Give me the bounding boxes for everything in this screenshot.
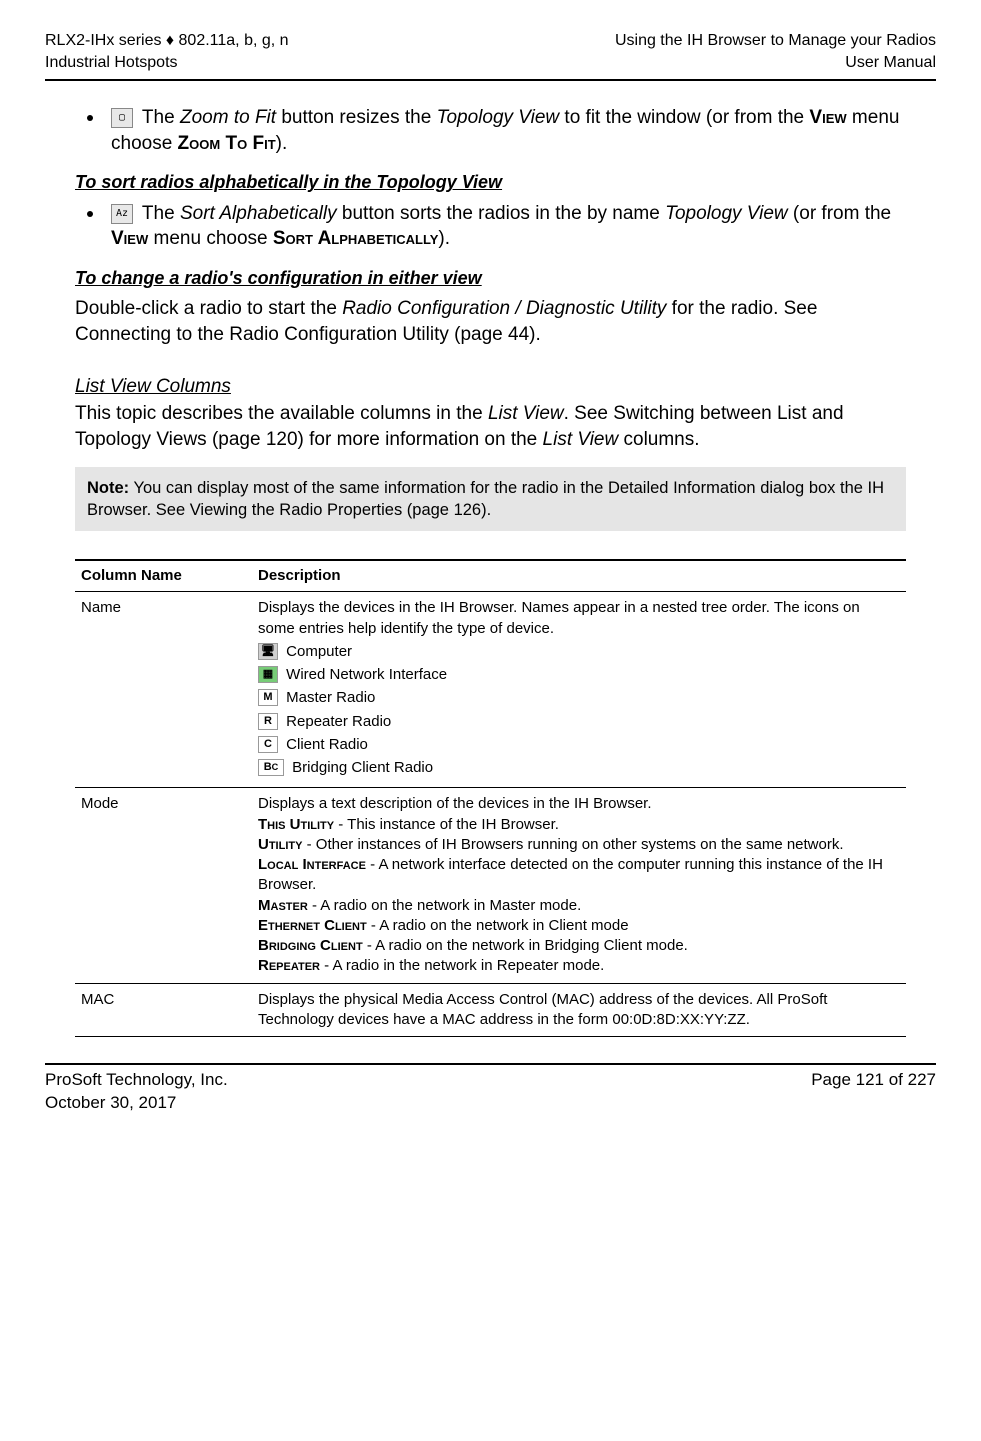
bullet-zoom-text: ▢ The Zoom to Fit button resizes the Top… [111,105,906,156]
cell-name-desc: Displays the devices in the IH Browser. … [252,592,906,788]
note-label: Note: [87,479,129,497]
mode-item: Utility - Other instances of IH Browsers… [258,835,900,855]
header-right: Using the IH Browser to Manage your Radi… [615,30,936,73]
bullet-zoom: ▢ The Zoom to Fit button resizes the Top… [87,105,906,156]
page-footer: ProSoft Technology, Inc. October 30, 201… [45,1063,936,1115]
cell-name: Name [75,592,252,788]
doc-section: Using the IH Browser to Manage your Radi… [615,30,936,52]
repeater-icon: R [258,713,278,730]
page-header: RLX2-IHx series ♦ 802.11a, b, g, n Indus… [45,30,936,81]
table-row: Mode Displays a text description of the … [75,788,906,983]
table-row: Name Displays the devices in the IH Brow… [75,592,906,788]
icon-line-computer: 🖥 Computer [258,642,900,662]
master-icon: M [258,689,278,706]
heading-change: To change a radio's configuration in eit… [75,266,906,290]
cell-mode: Mode [75,788,252,983]
bullet-dot-icon [87,115,93,121]
para-change: Double-click a radio to start the Radio … [75,296,906,347]
doc-type: User Manual [615,52,936,74]
heading-list-columns: List View Columns [75,374,906,400]
table-header-row: Column Name Description [75,560,906,592]
bullet-sort: Az The Sort Alphabetically button sorts … [87,201,906,252]
mode-item: Ethernet Client - A radio on the network… [258,916,900,936]
computer-icon: 🖥 [258,643,278,660]
doc-date: October 30, 2017 [45,1092,228,1115]
footer-left: ProSoft Technology, Inc. October 30, 201… [45,1069,228,1115]
mode-item: Local Interface - A network interface de… [258,855,900,896]
heading-sort: To sort radios alphabetically in the Top… [75,170,906,194]
columns-table: Column Name Description Name Displays th… [75,559,906,1037]
mode-item: Repeater - A radio in the network in Rep… [258,956,900,976]
mode-item: Master - A radio on the network in Maste… [258,896,900,916]
icon-line-client: C Client Radio [258,735,900,755]
name-intro: Displays the devices in the IH Browser. … [258,598,900,639]
product-line: RLX2-IHx series ♦ 802.11a, b, g, n [45,30,289,52]
mode-item: Bridging Client - A radio on the network… [258,936,900,956]
cell-mac-desc: Displays the physical Media Access Contr… [252,983,906,1037]
bullet-sort-text: Az The Sort Alphabetically button sorts … [111,201,906,252]
page-content: ▢ The Zoom to Fit button resizes the Top… [45,105,936,1037]
bridging-client-icon: BC [258,759,284,776]
note-box: Note: You can display most of the same i… [75,467,906,532]
icon-line-master: M Master Radio [258,688,900,708]
mode-intro: Displays a text description of the devic… [258,794,900,814]
client-icon: C [258,736,278,753]
th-description: Description [252,560,906,592]
bullet-dot-icon [87,211,93,217]
cell-mac: MAC [75,983,252,1037]
mode-item: This Utility - This instance of the IH B… [258,815,900,835]
zoom-fit-icon: ▢ [111,108,133,128]
note-text: You can display most of the same informa… [87,479,884,519]
company-name: ProSoft Technology, Inc. [45,1069,228,1092]
product-sub: Industrial Hotspots [45,52,289,74]
th-column-name: Column Name [75,560,252,592]
cell-mode-desc: Displays a text description of the devic… [252,788,906,983]
sort-alpha-icon: Az [111,204,133,224]
para-list-columns: This topic describes the available colum… [75,401,906,452]
icon-line-wired: ▦ Wired Network Interface [258,665,900,685]
table-row: MAC Displays the physical Media Access C… [75,983,906,1037]
header-left: RLX2-IHx series ♦ 802.11a, b, g, n Indus… [45,30,289,73]
icon-line-bridging: BC Bridging Client Radio [258,758,900,778]
page-number: Page 121 of 227 [811,1069,936,1115]
nic-icon: ▦ [258,666,278,683]
icon-line-repeater: R Repeater Radio [258,712,900,732]
